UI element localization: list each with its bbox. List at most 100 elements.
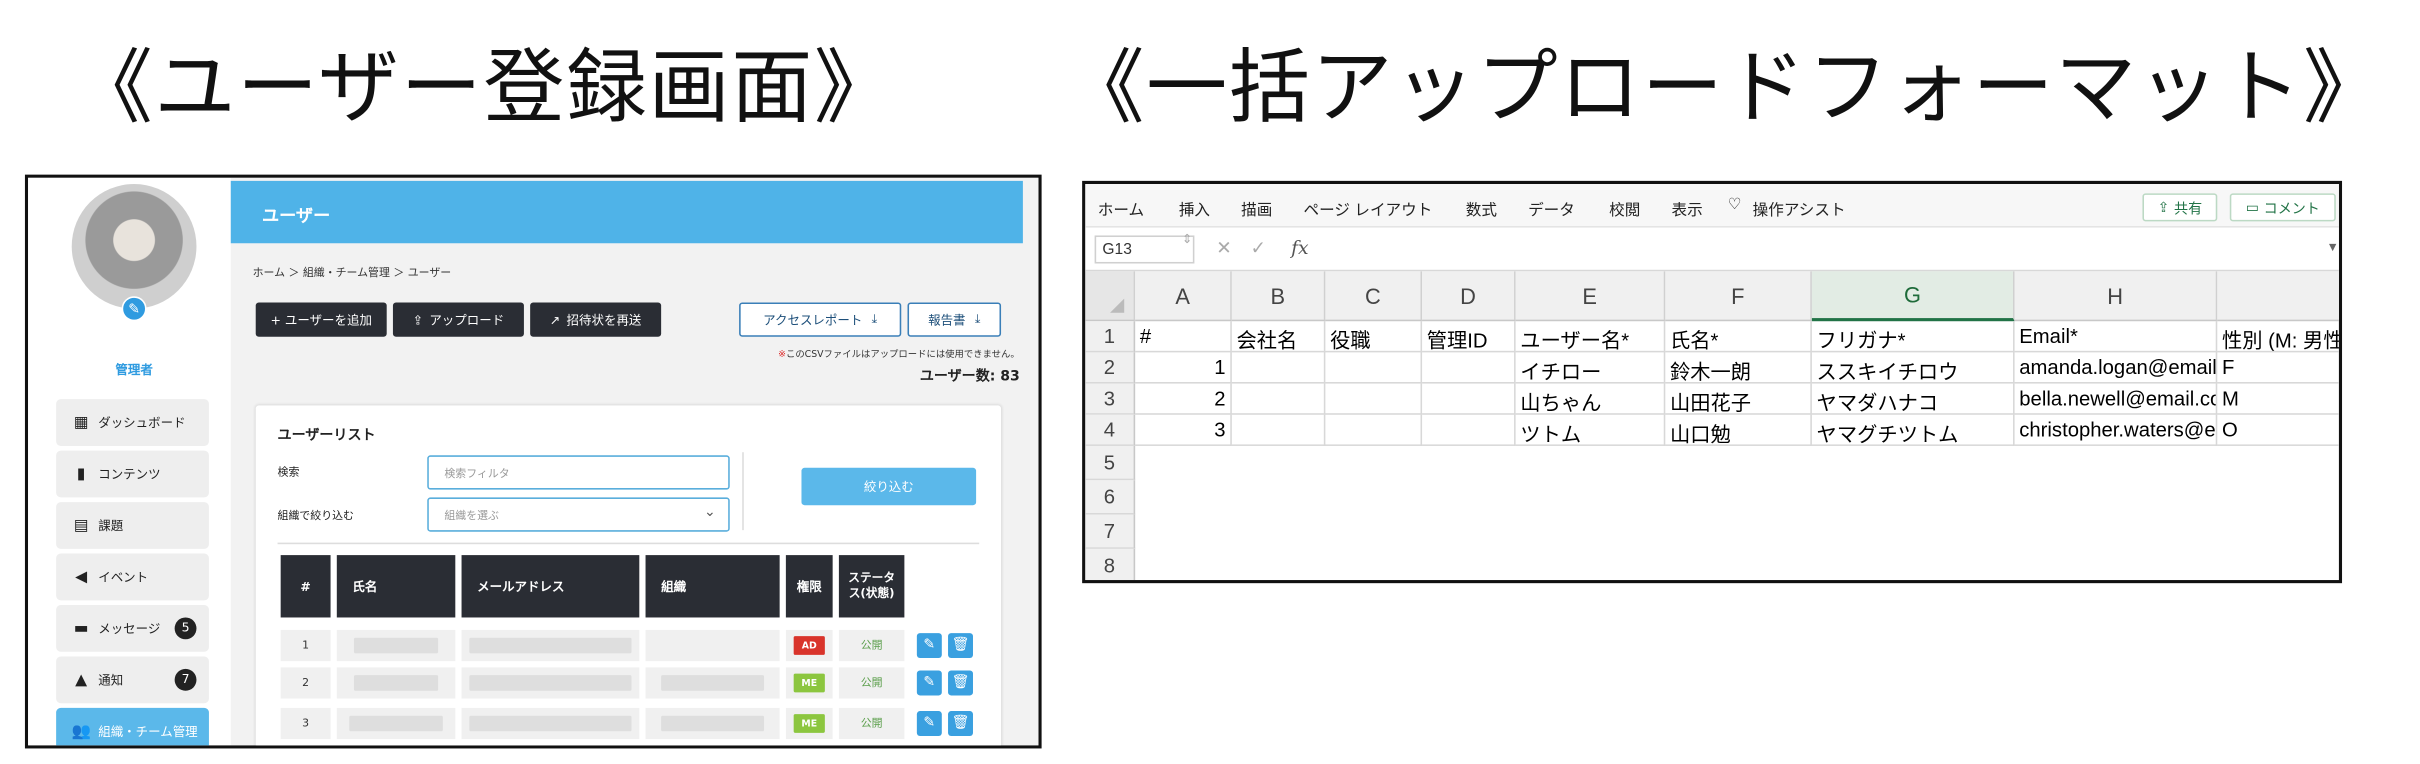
cancel-x-icon[interactable]: ✕: [1216, 237, 1232, 259]
data-cell[interactable]: ヤマグチツトム: [1811, 414, 2015, 446]
edit-avatar-icon[interactable]: ✎: [121, 296, 147, 322]
data-cell[interactable]: christopher.waters@email.com: [2014, 414, 2218, 446]
expand-caret-icon[interactable]: ▼: [2326, 240, 2338, 254]
header-cell[interactable]: 役職: [1325, 321, 1423, 353]
data-cell[interactable]: 山ちゃん: [1515, 383, 1666, 415]
data-cell[interactable]: 鈴木一朗: [1665, 352, 1812, 384]
data-cell[interactable]: [1325, 414, 1423, 446]
data-cell[interactable]: 山田花子: [1665, 383, 1812, 415]
data-cell[interactable]: ツトム: [1515, 414, 1666, 446]
edit-pencil-icon[interactable]: ✎: [916, 633, 942, 659]
confirm-check-icon[interactable]: ✓: [1251, 237, 1267, 259]
tab-review[interactable]: 校閲: [1609, 196, 1640, 220]
delete-trash-icon[interactable]: 🗑: [948, 670, 973, 696]
sidebar-item-dashboard[interactable]: ▦ ダッシュボード: [56, 399, 209, 446]
sidebar-item-events[interactable]: ◀ イベント: [56, 553, 209, 601]
data-cell[interactable]: [1325, 383, 1423, 415]
column-header-number[interactable]: #: [280, 555, 331, 618]
header-cell[interactable]: 管理ID: [1422, 321, 1516, 353]
header-cell[interactable]: 性別 (M: 男性: [2217, 321, 2339, 353]
data-cell[interactable]: [1231, 414, 1326, 446]
header-cell[interactable]: 会社名: [1231, 321, 1326, 353]
delete-trash-icon[interactable]: 🗑: [948, 633, 973, 659]
data-cell[interactable]: [1231, 352, 1326, 384]
data-cell[interactable]: 山口勉: [1665, 414, 1812, 446]
column-header-f[interactable]: F: [1665, 271, 1812, 322]
column-header-h[interactable]: H: [2014, 271, 2218, 322]
column-header-name[interactable]: 氏名: [336, 555, 456, 618]
column-header-i[interactable]: [2217, 271, 2339, 322]
data-cell[interactable]: F: [2217, 352, 2339, 384]
share-button[interactable]: ⇪ 共有: [2142, 193, 2218, 222]
tab-formulas[interactable]: 数式: [1466, 196, 1497, 220]
data-cell[interactable]: [1422, 383, 1516, 415]
avatar[interactable]: [71, 183, 197, 309]
column-header-status[interactable]: ステータス(状態): [838, 555, 905, 618]
header-cell[interactable]: フリガナ*: [1811, 321, 2015, 353]
sidebar-item-messages[interactable]: ▬ メッセージ 5: [56, 605, 209, 652]
data-cell[interactable]: [1325, 352, 1423, 384]
data-cell[interactable]: [1422, 414, 1516, 446]
data-cell[interactable]: O: [2217, 415, 2339, 446]
row-header-1[interactable]: 1: [1085, 321, 1136, 353]
header-cell[interactable]: Email*: [2014, 321, 2218, 353]
column-header-d[interactable]: D: [1422, 271, 1516, 322]
header-cell[interactable]: 氏名*: [1665, 321, 1812, 353]
breadcrumb[interactable]: ホーム ＞ 組織・チーム管理 ＞ ユーザー: [253, 265, 452, 281]
delete-trash-icon[interactable]: 🗑: [948, 711, 973, 736]
sidebar-item-contents[interactable]: ▮ コンテンツ: [56, 450, 209, 498]
sidebar-item-tasks[interactable]: ▤ 課題: [56, 502, 209, 549]
search-input[interactable]: 検索フィルタ: [427, 455, 730, 490]
tab-insert[interactable]: 挿入: [1179, 196, 1210, 220]
data-cell[interactable]: 1: [1135, 352, 1232, 384]
data-cell[interactable]: [1422, 352, 1516, 384]
report-button[interactable]: 報告書 ⤓: [907, 302, 1002, 337]
data-cell[interactable]: amanda.logan@email.com: [2014, 352, 2218, 384]
row-header-3[interactable]: 3: [1085, 383, 1136, 415]
data-cell[interactable]: M: [2217, 384, 2339, 415]
row-header-7[interactable]: 7: [1085, 514, 1136, 549]
header-cell[interactable]: #: [1135, 321, 1232, 353]
sidebar-item-org-team-management[interactable]: 👥 組織・チーム管理: [56, 707, 209, 746]
column-header-a[interactable]: A: [1135, 271, 1232, 322]
data-cell[interactable]: イチロー: [1515, 352, 1666, 384]
data-cell[interactable]: 2: [1135, 383, 1232, 415]
comment-button[interactable]: ▭ コメント: [2229, 193, 2336, 222]
data-cell[interactable]: 3: [1135, 414, 1232, 446]
column-header-b[interactable]: B: [1231, 271, 1326, 322]
column-header-g[interactable]: G: [1811, 271, 2015, 322]
name-box[interactable]: G13: [1094, 235, 1195, 264]
spin-arrows-icon[interactable]: ⇕: [1182, 232, 1192, 246]
column-header-e[interactable]: E: [1515, 271, 1666, 322]
tab-data[interactable]: データ: [1528, 196, 1575, 220]
tab-tell-me[interactable]: 操作アシスト: [1753, 196, 1846, 220]
add-user-button[interactable]: + ユーザーを追加: [255, 302, 387, 337]
resend-invite-button[interactable]: ↗ 招待状を再送: [530, 302, 662, 337]
fx-label[interactable]: fx: [1291, 237, 1308, 259]
column-header-org[interactable]: 組織: [645, 555, 780, 618]
upload-button[interactable]: ⇪ アップロード: [392, 302, 524, 337]
sidebar-item-notifications[interactable]: ▲ 通知 7: [56, 656, 209, 704]
row-header-2[interactable]: 2: [1085, 352, 1136, 384]
tab-page-layout[interactable]: ページ レイアウト: [1304, 196, 1433, 220]
row-header-6[interactable]: 6: [1085, 480, 1136, 515]
data-cell[interactable]: [1231, 383, 1326, 415]
row-header-4[interactable]: 4: [1085, 414, 1136, 446]
tab-view[interactable]: 表示: [1672, 196, 1703, 220]
select-all-corner[interactable]: ◢: [1085, 271, 1136, 322]
data-cell[interactable]: bella.newell@email.com: [2014, 383, 2218, 415]
edit-pencil-icon[interactable]: ✎: [916, 711, 942, 736]
column-header-c[interactable]: C: [1325, 271, 1423, 322]
column-header-permission[interactable]: 権限: [785, 555, 833, 618]
tab-home[interactable]: ホーム: [1098, 196, 1144, 220]
data-cell[interactable]: ススキイチロウ: [1811, 352, 2015, 384]
org-filter-select[interactable]: 組織を選ぶ ⌄: [427, 497, 730, 532]
row-header-5[interactable]: 5: [1085, 445, 1136, 481]
filter-button[interactable]: 絞り込む: [801, 467, 977, 506]
row-header-8[interactable]: 8: [1085, 548, 1136, 581]
access-report-button[interactable]: アクセスレポート ⤓: [739, 302, 902, 337]
edit-pencil-icon[interactable]: ✎: [916, 670, 942, 696]
data-cell[interactable]: ヤマダハナコ: [1811, 383, 2015, 415]
column-header-email[interactable]: メールアドレス: [461, 555, 640, 618]
header-cell[interactable]: ユーザー名*: [1515, 321, 1666, 353]
